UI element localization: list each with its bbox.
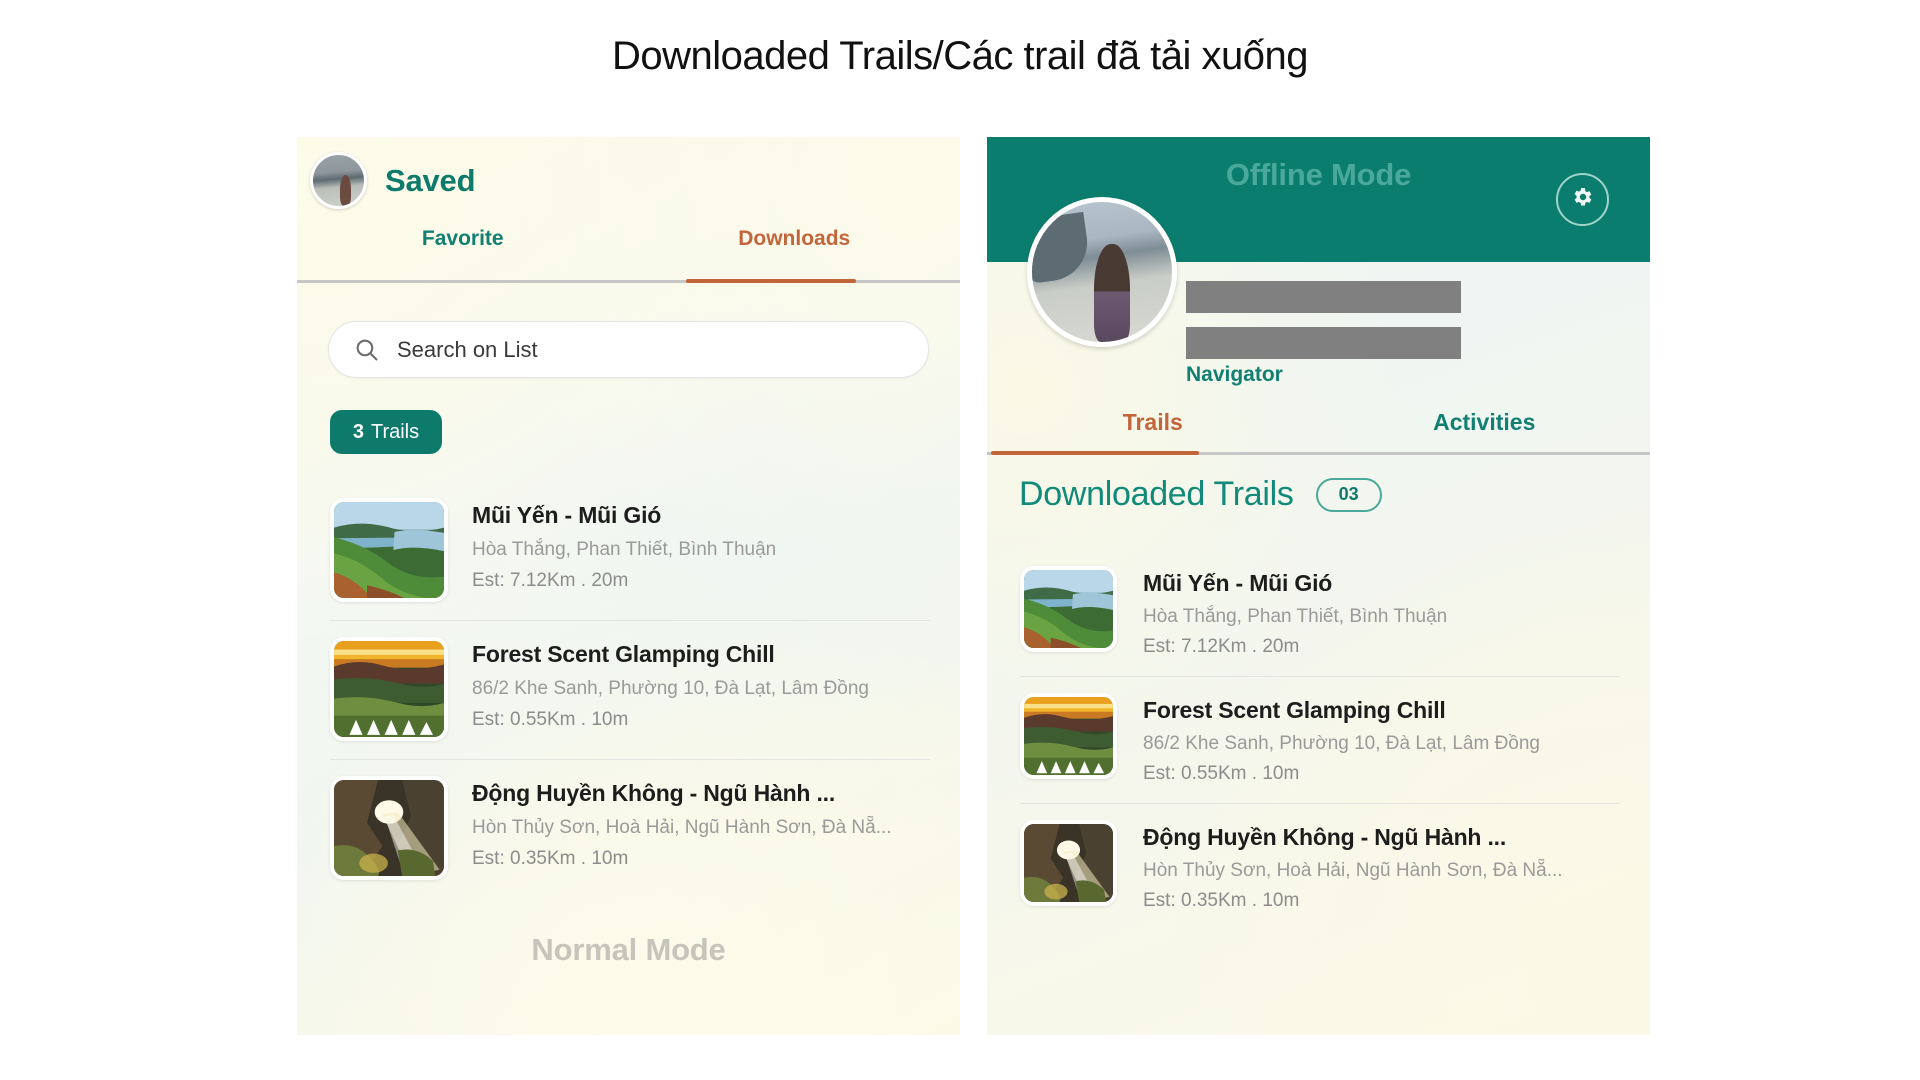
left-tab-active-indicator	[686, 279, 856, 283]
screenshot-root: Downloaded Trails/Các trail đã tải xuống…	[0, 0, 1920, 1080]
trail-estimate: Est: 0.35Km . 10m	[1143, 890, 1300, 911]
downloaded-count-badge: 03	[1315, 477, 1382, 512]
table-row[interactable]: Động Huyền Không - Ngũ Hành ... Hòn Thủy…	[1020, 804, 1620, 930]
tab-trails[interactable]: Trails	[987, 409, 1319, 456]
search-icon	[354, 337, 379, 362]
trail-estimate: Est: 7.12Km . 20m	[1143, 636, 1300, 657]
tab-activities[interactable]: Activities	[1319, 409, 1651, 456]
trail-title: Forest Scent Glamping Chill	[1143, 697, 1446, 723]
trail-location: Hòn Thủy Sơn, Hoà Hải, Ngũ Hành Sơn, Đà …	[472, 817, 892, 838]
trails-count-badge: 3 Trails	[330, 410, 442, 454]
section-heading: Downloaded Trails	[1019, 475, 1294, 513]
table-row[interactable]: Động Huyền Không - Ngũ Hành ... Hòn Thủy…	[330, 760, 930, 898]
right-tabs: Trails Activities	[987, 409, 1650, 456]
offline-mode-panel: Offline Mode Trails Activities Downloade…	[987, 137, 1650, 1035]
table-row[interactable]: Mũi Yến - Mũi Gió Hòa Thắng, Phan Thiết,…	[1020, 550, 1620, 677]
table-row[interactable]: Forest Scent Glamping Chill 86/2 Khe San…	[330, 621, 930, 760]
trail-thumbnail-sunset-glamping-tents	[330, 637, 448, 741]
search-input[interactable]: Search on List	[328, 321, 929, 378]
right-tab-active-indicator	[991, 451, 1199, 455]
trail-thumbnail-cave-light-beam	[330, 776, 448, 880]
trail-title: Động Huyền Không - Ngũ Hành ...	[1143, 824, 1507, 850]
trail-location: Hòa Thắng, Phan Thiết, Bình Thuận	[472, 539, 777, 560]
trail-location: Hòa Thắng, Phan Thiết, Bình Thuận	[1143, 606, 1448, 627]
settings-button[interactable]	[1556, 173, 1609, 226]
table-row[interactable]: Forest Scent Glamping Chill 86/2 Khe San…	[1020, 677, 1620, 804]
search-placeholder: Search on List	[397, 336, 538, 362]
trail-estimate: Est: 0.55Km . 10m	[472, 709, 629, 730]
trails-count-label: Trails	[370, 420, 420, 443]
left-trail-list: Mũi Yến - Mũi Gió Hòa Thắng, Phan Thiết,…	[330, 482, 930, 898]
profile-role: Navigator	[1186, 363, 1283, 386]
saved-header: Saved	[310, 152, 476, 209]
profile-handle-redacted	[1186, 327, 1461, 359]
trail-title: Forest Scent Glamping Chill	[472, 641, 775, 667]
profile-name-redacted	[1186, 281, 1461, 313]
offline-mode-label: Offline Mode	[1225, 157, 1412, 192]
page-title: Downloaded Trails/Các trail đã tải xuống	[612, 34, 1308, 78]
downloaded-trails-header: Downloaded Trails 03	[1019, 475, 1382, 514]
normal-mode-panel: Saved Favorite Downloads Search on List …	[297, 137, 960, 1035]
trail-title: Mũi Yến - Mũi Gió	[472, 502, 662, 528]
trails-count-value: 3	[352, 420, 364, 443]
trail-thumbnail-coastal-green-cliff	[330, 498, 448, 602]
trail-thumbnail-sunset-glamping-tents	[1020, 693, 1117, 779]
right-trail-list: Mũi Yến - Mũi Gió Hòa Thắng, Phan Thiết,…	[1020, 550, 1620, 930]
trail-estimate: Est: 7.12Km . 20m	[472, 570, 629, 591]
avatar[interactable]	[310, 152, 367, 209]
trail-location: 86/2 Khe Sanh, Phường 10, Đà Lạt, Lâm Đồ…	[472, 678, 869, 699]
normal-mode-label: Normal Mode	[531, 932, 726, 967]
tab-favorite[interactable]: Favorite	[297, 227, 629, 270]
table-row[interactable]: Mũi Yến - Mũi Gió Hòa Thắng, Phan Thiết,…	[330, 482, 930, 621]
left-tabs: Favorite Downloads	[297, 227, 960, 287]
tab-downloads[interactable]: Downloads	[629, 227, 961, 270]
trail-location: Hòn Thủy Sơn, Hoà Hải, Ngũ Hành Sơn, Đà …	[1143, 860, 1563, 881]
trail-thumbnail-coastal-green-cliff	[1020, 566, 1117, 652]
trail-title: Động Huyền Không - Ngũ Hành ...	[472, 780, 836, 806]
left-tabs-divider	[297, 280, 960, 283]
trail-title: Mũi Yến - Mũi Gió	[1143, 570, 1333, 596]
page-title-saved: Saved	[385, 162, 476, 198]
trail-estimate: Est: 0.55Km . 10m	[1143, 763, 1300, 784]
trail-location: 86/2 Khe Sanh, Phường 10, Đà Lạt, Lâm Đồ…	[1143, 733, 1540, 754]
gear-icon	[1571, 185, 1595, 214]
trail-thumbnail-cave-light-beam	[1020, 820, 1117, 906]
avatar[interactable]	[1027, 197, 1177, 347]
trail-estimate: Est: 0.35Km . 10m	[472, 848, 629, 869]
